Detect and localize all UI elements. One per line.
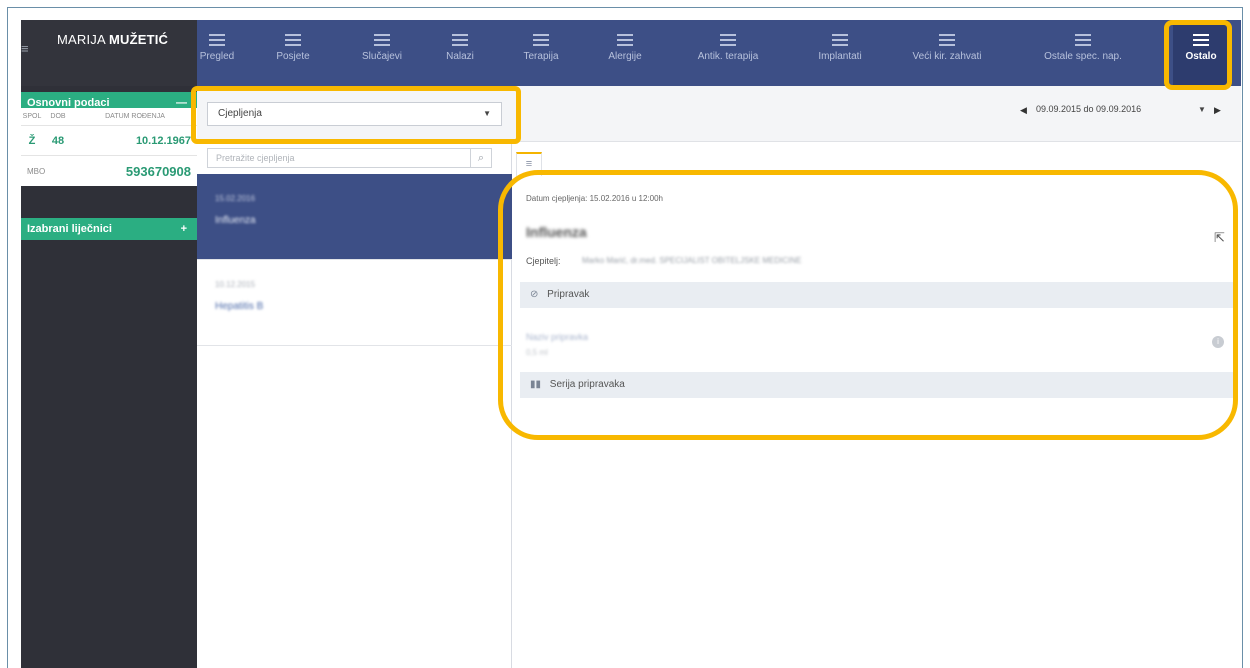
birthdate-value: 10.12.1967 [135,134,191,147]
preparation-section-label: Pripravak [547,289,590,300]
patient-name: MARIJA MUŽETIĆ [57,32,168,47]
category-select-value: Cjepljenja [218,108,262,119]
nav-label: Slučajevi [361,51,403,62]
nav-label: Antik. terapija [697,51,759,62]
nav-label: Veći kir. zahvati [912,51,982,62]
caret-down-icon: ▼ [483,109,491,118]
list-icon [285,34,301,46]
chevron-down-icon[interactable]: ▼ [1198,105,1206,114]
vaccination-detail-panel: ◀ 09.09.2015 do 09.09.2016 ▼ ▶ ≡ Datum c… [512,86,1241,668]
menu-icon[interactable]: ≡ [21,34,33,64]
patient-header: ≡ MARIJA MUŽETIĆ [21,20,197,86]
mbo-row: MBO 593670908 [21,156,197,186]
table-row: Ž 48 10.12.1967 [21,126,197,156]
nav-ostale-spec-nap[interactable]: Ostale spec. nap. [1033,34,1133,74]
list-icon: ≡ [525,158,533,170]
nav-ostalo[interactable]: Ostalo [1173,34,1229,74]
nav-implantati[interactable]: Implantati [809,34,871,74]
nav-label: Alergije [608,51,642,62]
date-range-bar: ◀ 09.09.2015 do 09.09.2016 ▼ ▶ [512,86,1241,142]
chevron-left-icon[interactable]: ◀ [1020,105,1027,116]
list-item-name: Hepatitis B [215,301,264,312]
top-navigation: Pregled Posjete Slučajevi Nalazi Terapij… [197,20,1241,86]
header-age: DOB [50,113,66,120]
list-item[interactable]: 15.02.2016 Influenza [197,174,512,260]
nav-veci-kir-zahvati[interactable]: Veći kir. zahvati [899,34,995,74]
doctors-label: Izabrani liječnici [27,223,112,235]
nav-label: Nalazi [446,51,474,62]
nav-alergije[interactable]: Alergije [595,34,655,74]
preparation-name: Naziv pripravka [526,332,589,342]
vaccination-card: Datum cjepljenja: 15.02.2016 u 12:00h In… [520,182,1234,506]
expand-icon[interactable]: + [181,218,187,240]
nav-nalazi[interactable]: Nalazi [435,34,485,74]
vaccinator-value: Marko Marić, dr.med. SPECIJALIST OBITELJ… [582,256,802,265]
vaccinator-label: Cjepitelj: [526,256,561,266]
search-input[interactable]: Pretražite cjepljenja ⌕ [207,148,492,168]
header-birthdate: DATUM ROĐENJA [105,113,165,120]
barcode-icon: ▮▮ [530,379,542,390]
date-range[interactable]: 09.09.2015 do 09.09.2016 [1036,104,1141,114]
list-icon [1193,34,1209,46]
sex-value: Ž [28,134,36,147]
list-icon [939,34,955,46]
list-icon [720,34,736,46]
search-icon[interactable]: ⌕ [470,148,492,168]
patient-first-name: MARIJA [57,32,106,47]
age-value: 48 [51,134,65,147]
list-icon [617,34,633,46]
nav-terapija[interactable]: Terapija [513,34,569,74]
list-item-name: Influenza [215,215,256,226]
patient-last-name: MUŽETIĆ [108,32,169,47]
nav-label: Posjete [276,51,310,62]
detail-tabs: ≡ [512,142,1241,176]
basic-data-table: SPOL DOB DATUM ROĐENJA Ž 48 10.12.1967 M… [21,108,197,186]
patient-sidebar: ≡ MARIJA MUŽETIĆ Osnovni podaci — SPOL D… [21,20,197,668]
mbo-value: 593670908 [125,163,191,179]
app-window: ≡ MARIJA MUŽETIĆ Osnovni podaci — SPOL D… [21,20,1241,668]
vaccination-date: Datum cjepljenja: 15.02.2016 u 12:00h [526,194,663,203]
list-icon [209,34,225,46]
preparation-dose: 0,5 ml [526,348,548,357]
header-sex: SPOL [22,113,42,120]
nav-label: Ostalo [1185,51,1217,62]
category-select[interactable]: Cjepljenja ▼ [207,102,502,126]
search-placeholder: Pretražite cjepljenja [216,153,295,163]
nav-slucajevi[interactable]: Slučajevi [350,34,414,74]
tab-list[interactable]: ≡ [516,152,542,176]
list-icon [832,34,848,46]
nav-pregled[interactable]: Pregled [197,34,237,74]
nav-label: Pregled [199,51,235,62]
chevron-right-icon[interactable]: ▶ [1214,105,1221,116]
preparation-section-header: ⊘ Pripravak [520,282,1234,308]
list-icon [533,34,549,46]
list-icon [452,34,468,46]
series-section-header: ▮▮ Serija pripravaka [520,372,1234,398]
category-bar: Cjepljenja ▼ [197,86,512,142]
info-icon[interactable]: i [1212,336,1224,348]
mouse-cursor-icon: ⇱ [1214,230,1225,245]
vaccination-title: Influenza [526,224,587,240]
nav-label: Implantati [818,51,862,62]
nav-posjete[interactable]: Posjete [265,34,321,74]
list-item[interactable]: 10.12.2015 Hepatitis B [197,260,512,346]
series-section-label: Serija pripravaka [549,379,625,390]
list-icon [374,34,390,46]
list-item-date: 15.02.2016 [215,194,256,203]
list-item-date: 10.12.2015 [215,280,256,289]
nav-label: Terapija [523,51,559,62]
mbo-label: MBO [27,166,46,176]
vaccination-list-panel: Cjepljenja ▼ Pretražite cjepljenja ⌕ 15.… [197,86,512,668]
table-header-row: SPOL DOB DATUM ROĐENJA [21,108,197,126]
doctors-header[interactable]: Izabrani liječnici + [21,218,197,240]
nav-antik-terapija[interactable]: Antik. terapija [685,34,771,74]
pill-icon: ⊘ [530,289,539,300]
list-icon [1075,34,1091,46]
nav-label: Ostale spec. nap. [1044,51,1122,62]
